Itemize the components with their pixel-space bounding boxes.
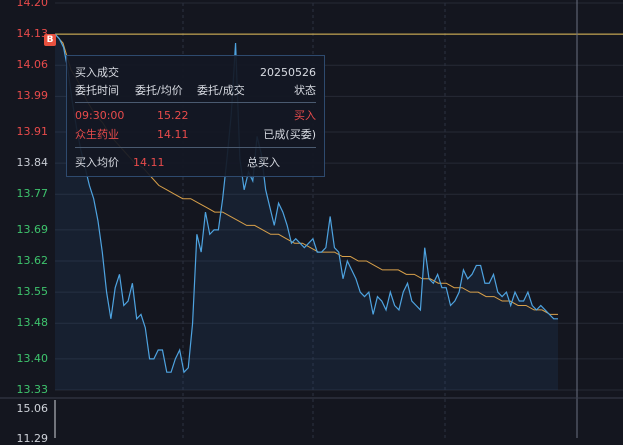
- header-order-price: 委托/均价: [135, 84, 183, 97]
- price-axis-label: 13.91: [16, 125, 49, 138]
- price-axis-label: 14.20: [16, 0, 49, 9]
- price-axis-label: 13.69: [16, 222, 49, 236]
- volume-axis-top-label: 15.06: [16, 402, 49, 415]
- price-axis-label: 14.13: [16, 27, 49, 41]
- price-axis-label: 13.62: [16, 254, 49, 267]
- order-price: 15.22: [157, 109, 189, 122]
- tooltip-divider: [75, 102, 316, 103]
- header-order-time: 委托时间: [75, 84, 119, 97]
- header-status: 状态: [294, 84, 316, 97]
- tooltip-divider: [75, 147, 316, 148]
- avg-fill-price: 14.11: [157, 128, 189, 141]
- tooltip-date: 20250526: [260, 66, 316, 79]
- total-buy-label: 总买入: [247, 156, 280, 169]
- price-axis-label: 13.77: [16, 187, 49, 201]
- summary-price: 14.11: [133, 156, 165, 169]
- tooltip-title: 买入成交: [75, 66, 119, 79]
- price-axis-label: 13.55: [16, 285, 49, 299]
- header-order-fill: 委托/成交: [197, 84, 245, 97]
- fill-status: 已成(买委): [263, 128, 316, 141]
- volume-axis-bottom-label: 11.29: [16, 432, 49, 445]
- price-axis-label: 14.06: [16, 58, 49, 72]
- order-time: 09:30:00: [75, 109, 125, 122]
- price-axis-label: 13.99: [16, 89, 49, 103]
- buy-marker[interactable]: B: [44, 34, 56, 46]
- price-axis-label: 13.40: [16, 351, 49, 365]
- stock-name: 众生药业: [75, 128, 119, 141]
- trade-tooltip: 买入成交 20250526 委托时间 委托/均价 委托/成交 状态 09:30:…: [66, 55, 325, 177]
- price-axis-label: 13.84: [16, 156, 49, 170]
- summary-label: 买入均价: [75, 156, 119, 169]
- price-axis-label: 13.48: [16, 316, 49, 330]
- order-status: 买入: [294, 109, 316, 122]
- price-axis-label: 13.33: [16, 383, 49, 396]
